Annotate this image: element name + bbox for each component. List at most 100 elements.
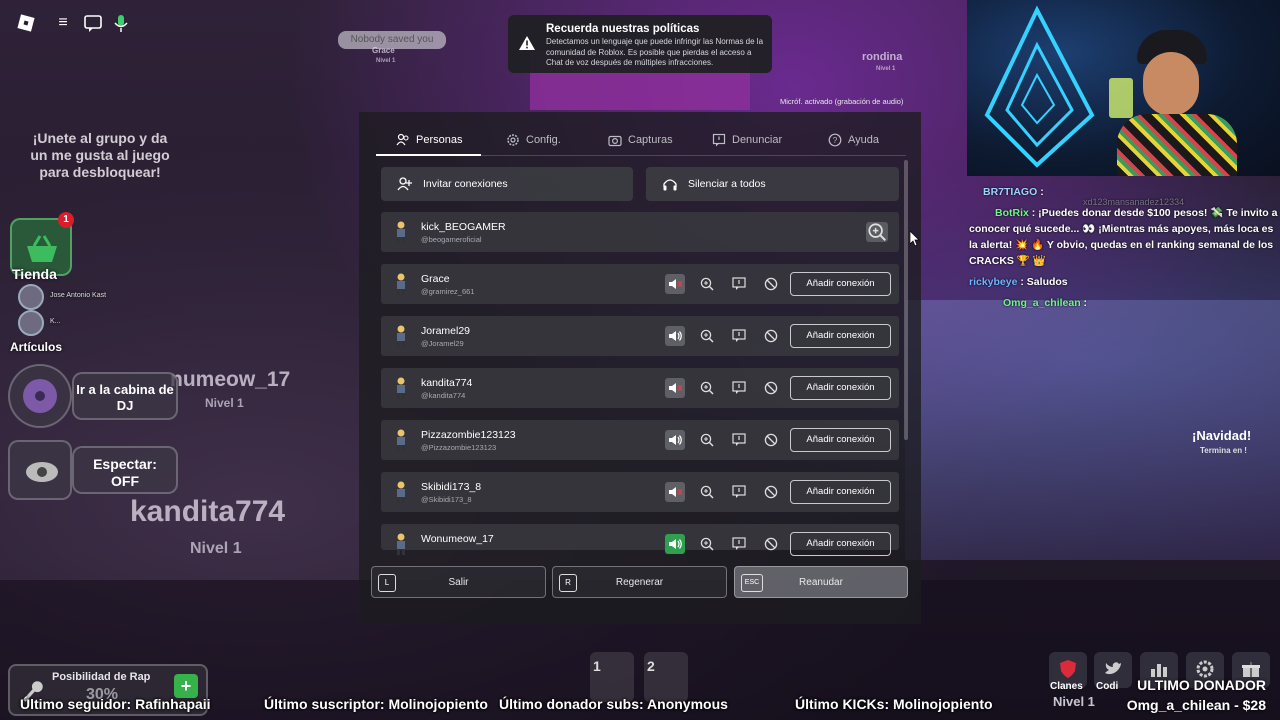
player-row[interactable]: Grace @gramirez_661 Añadir conexión [381,264,899,304]
player-avatar[interactable] [18,284,44,310]
tab-report[interactable]: Denunciar [712,124,782,156]
block-button[interactable] [761,378,781,398]
report-button[interactable] [729,378,749,398]
player-avatar [393,480,409,504]
player-list-scrollbar[interactable] [904,160,908,440]
player-avatar [393,532,409,556]
zoom-in-icon [700,329,714,343]
gear-icon [507,134,519,146]
player-row[interactable]: Pizzazombie123123 @Pizzazombie123123 Añadi… [381,420,899,460]
zoom-in-icon [700,537,714,551]
add-connection-button[interactable]: Añadir conexión [790,272,891,296]
menu-tabs: Personas Config. Capturas Denunciar ? Ay… [376,124,906,156]
zoom-in-icon [700,433,714,447]
add-person-icon [397,177,412,191]
voice-mute-button[interactable] [665,274,685,294]
microphone-icon[interactable] [110,12,132,34]
report-icon [732,329,746,342]
speaker-muted-icon [669,487,683,497]
spectate-label: Espectar: OFF [93,456,157,489]
menu-icon[interactable]: ≡ [52,12,74,34]
hotbar-slot-1[interactable]: 1 [590,652,634,702]
invite-connections-button[interactable]: Invitar conexiones [381,167,633,201]
player-name: kick_BEOGAMER [421,221,506,233]
mute-all-label: Silenciar a todos [688,178,766,190]
headphones-icon [663,179,677,191]
add-connection-button[interactable]: Añadir conexión [790,428,891,452]
block-button[interactable] [761,430,781,450]
player-row[interactable]: Skibidi173_8 @Skibidi173_8 Añadir conexión [381,472,899,512]
camera-icon [608,135,622,147]
block-button[interactable] [761,326,781,346]
inspect-button[interactable] [866,222,888,242]
chat-icon[interactable] [82,12,104,34]
tab-settings[interactable]: Config. [506,124,561,156]
dj-booth-button[interactable] [8,364,72,428]
player-row[interactable]: Joramel29 @Joramel29 Añadir conexión [381,316,899,356]
add-connection-button[interactable]: Añadir conexión [790,376,891,400]
chat-text: : [1040,186,1044,198]
add-connection-button[interactable]: Añadir conexión [790,480,891,504]
chat-user: BotRix [995,207,1029,219]
reset-button[interactable]: R Regenerar [552,566,727,598]
hotbar-slot-2[interactable]: 2 [644,652,688,702]
player-avatar[interactable] [18,310,44,336]
block-button[interactable] [761,534,781,554]
player-name: kandita774 [421,377,473,389]
bar-chart-icon [1151,664,1167,677]
leave-label: Salir [448,577,469,588]
voice-mute-button[interactable] [665,482,685,502]
zoom-in-icon [868,223,886,241]
last-donor-title: ULTIMO DONADOR [1137,677,1266,693]
inspect-button[interactable] [697,430,717,450]
block-button[interactable] [761,482,781,502]
rap-label: Posibilidad de Rap [52,671,151,683]
level-grace-top: Nivel 1 [376,58,396,64]
last-donor-value: Omg_a_chilean - $28 [1126,697,1266,713]
dj-booth-label-box[interactable]: Ir a la cabina de DJ [72,372,178,420]
player-row[interactable]: Wonumeow_17 Añadir conexión [381,524,899,556]
mute-all-button[interactable]: Silenciar a todos [646,167,899,201]
shop-badge: 1 [58,212,74,228]
voice-mute-button[interactable] [665,534,685,554]
player-row[interactable]: kick_BEOGAMER @beogameroficial [381,212,899,252]
roblox-logo-icon[interactable] [16,13,36,33]
player-name: Wonumeow_17 [421,533,494,545]
add-connection-button[interactable]: Añadir conexión [790,324,891,348]
spectate-label-box[interactable]: Espectar: OFF [72,446,178,494]
nametag-grace-top: Grace [372,46,395,55]
add-icon[interactable]: + [174,674,198,698]
streamer-shirt [1117,114,1237,176]
people-icon [396,133,409,146]
report-button[interactable] [729,326,749,346]
resume-button[interactable]: ESC Reanudar [734,566,908,598]
report-button[interactable] [729,430,749,450]
report-button[interactable] [729,274,749,294]
invite-label: Invitar conexiones [423,178,508,190]
tab-captures[interactable]: Capturas [608,124,673,156]
player-name-1: Jose Antonio Kast [50,292,107,299]
tab-help[interactable]: ? Ayuda [828,124,879,156]
inspect-button[interactable] [697,482,717,502]
inspect-button[interactable] [697,274,717,294]
report-button[interactable] [729,534,749,554]
spectate-button[interactable] [8,440,72,500]
player-name: Skibidi173_8 [421,481,482,493]
voice-mute-button[interactable] [665,378,685,398]
voice-mute-button[interactable] [665,430,685,450]
report-button[interactable] [729,482,749,502]
tab-people[interactable]: Personas [396,124,462,156]
leave-button[interactable]: L Salir [371,566,546,598]
block-icon [764,381,778,395]
inspect-button[interactable] [697,534,717,554]
sign-text: ¡Unete al grupo y da un me gusta al jueg… [30,130,170,180]
voice-mute-button[interactable] [665,326,685,346]
flag-icon [712,133,726,147]
player-row[interactable]: kandita774 @kandita774 Añadir conexión [381,368,899,408]
add-connection-button[interactable]: Añadir conexión [790,532,891,556]
chat-message: rickybeye : Saludos [969,274,1269,290]
block-button[interactable] [761,274,781,294]
inspect-button[interactable] [697,378,717,398]
inspect-button[interactable] [697,326,717,346]
event-title: ¡Navidad! [1192,428,1252,443]
